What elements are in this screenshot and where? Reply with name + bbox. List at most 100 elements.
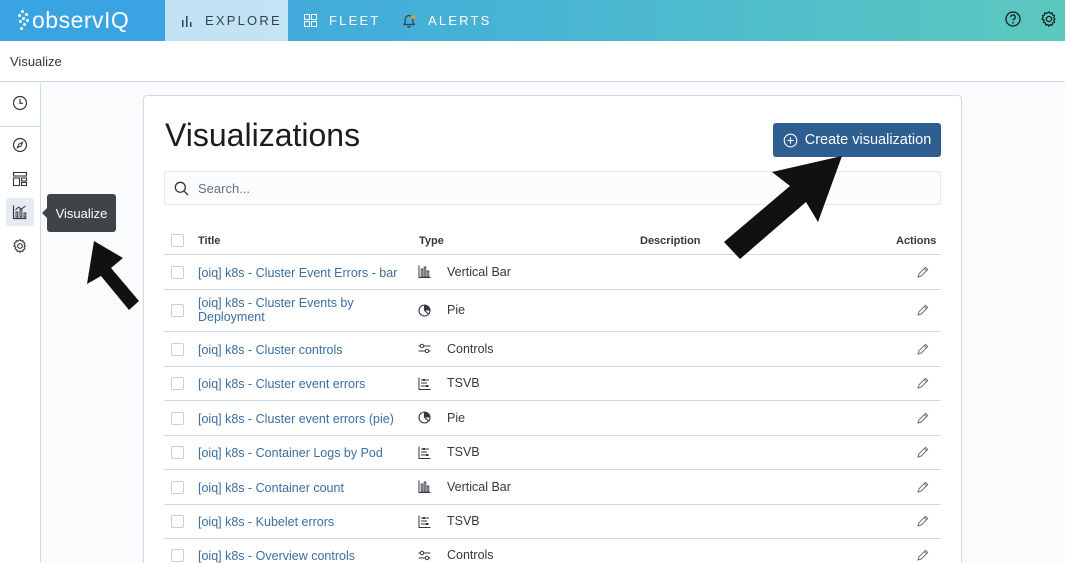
column-description: Description <box>640 235 701 247</box>
row-checkbox[interactable] <box>171 411 184 425</box>
visualization-title-link[interactable]: [oiq] k8s - Cluster controls <box>198 343 408 357</box>
sidenav-visualize[interactable] <box>6 198 34 226</box>
table-row: [oiq] k8s - Container count Vertical Bar <box>164 470 941 505</box>
controls-icon <box>418 342 439 355</box>
row-checkbox[interactable] <box>171 480 184 494</box>
row-checkbox[interactable] <box>171 304 184 317</box>
visualization-type: Pie <box>418 411 465 425</box>
row-checkbox[interactable] <box>171 515 184 528</box>
visualization-type: Vertical Bar <box>418 480 511 494</box>
breadcrumb: Visualize <box>0 41 1065 82</box>
pie-icon <box>418 411 439 424</box>
grid-icon <box>304 14 317 27</box>
visualization-type: TSVB <box>418 376 480 390</box>
visualization-type: Pie <box>418 303 465 317</box>
type-label: Vertical Bar <box>447 479 511 494</box>
clock-icon <box>12 95 28 111</box>
table-row: [oiq] k8s - Overview controls Controls <box>164 539 941 563</box>
sidenav-divider <box>0 126 41 127</box>
edit-pencil-icon[interactable] <box>916 343 929 359</box>
bell-icon <box>402 14 416 28</box>
visualization-title-link[interactable]: [oiq] k8s - Kubelet errors <box>198 515 408 529</box>
tsvb-icon <box>418 446 439 459</box>
logo[interactable]: observIQ <box>0 0 165 41</box>
visualization-title-link[interactable]: [oiq] k8s - Cluster event errors <box>198 377 408 391</box>
row-checkbox[interactable] <box>171 265 184 279</box>
tsvb-icon <box>418 377 439 390</box>
edit-pencil-icon[interactable] <box>916 377 929 393</box>
logo-mark-icon <box>16 9 30 32</box>
breadcrumb-current: Visualize <box>10 53 62 69</box>
sidenav-recent[interactable] <box>6 89 34 117</box>
edit-pencil-icon[interactable] <box>916 446 929 462</box>
create-visualization-label: Create visualization <box>804 132 932 148</box>
annotation-arrow-icon <box>87 241 139 310</box>
type-label: TSVB <box>447 514 480 528</box>
edit-pencil-icon[interactable] <box>916 549 929 563</box>
nav-tab-explore[interactable]: EXPLORE <box>165 0 288 41</box>
nav-tab-fleet[interactable]: FLEET <box>288 0 388 41</box>
visualization-type: Vertical Bar <box>418 265 511 279</box>
type-label: Controls <box>447 341 494 356</box>
sidenav-management[interactable] <box>6 232 34 260</box>
visualization-type: Controls <box>418 548 494 562</box>
select-all-checkbox[interactable] <box>171 234 184 247</box>
column-actions: Actions <box>896 235 937 247</box>
visualization-title-link[interactable]: [oiq] k8s - Container count <box>198 481 408 495</box>
bar-chart-icon <box>182 15 192 27</box>
visualization-title-link[interactable]: [oiq] k8s - Cluster Event Errors - bar <box>198 266 408 280</box>
row-checkbox[interactable] <box>171 342 184 356</box>
visualization-title-link[interactable]: [oiq] k8s - Container Logs by Pod <box>198 446 408 460</box>
edit-pencil-icon[interactable] <box>916 266 929 282</box>
table-row: [oiq] k8s - Cluster controls Controls <box>164 332 941 367</box>
tsvb-icon <box>418 515 439 528</box>
visualization-title-link[interactable]: [oiq] k8s - Overview controls <box>198 549 408 563</box>
type-label: TSVB <box>447 445 480 459</box>
visualization-title-link[interactable]: [oiq] k8s - Cluster event errors (pie) <box>198 412 408 426</box>
sidenav-dashboard[interactable] <box>6 165 34 193</box>
search-input[interactable] <box>198 180 798 196</box>
nav-tab-alerts[interactable]: ALERTS <box>386 0 496 41</box>
top-nav: observIQ EXPLORE FLEET ALERTS <box>0 0 1065 41</box>
nav-tab-label: EXPLORE <box>205 13 282 28</box>
row-checkbox[interactable] <box>171 446 184 459</box>
edit-pencil-icon[interactable] <box>916 412 929 428</box>
visualization-title-link[interactable]: [oiq] k8s - Cluster Events by Deployment <box>198 296 408 324</box>
visualize-icon <box>12 205 27 220</box>
gear-icon <box>12 238 27 254</box>
edit-pencil-icon[interactable] <box>916 304 929 320</box>
edit-pencil-icon[interactable] <box>916 481 929 497</box>
type-label: Controls <box>447 548 494 562</box>
row-checkbox[interactable] <box>171 377 184 390</box>
visualize-tooltip: Visualize <box>42 194 116 232</box>
side-nav <box>0 83 41 563</box>
vertical-bar-icon <box>418 480 439 493</box>
help-icon[interactable] <box>1004 10 1022 28</box>
compass-icon <box>12 137 28 153</box>
row-checkbox[interactable] <box>171 549 184 562</box>
column-title[interactable]: Title <box>198 235 220 247</box>
dashboard-icon <box>12 171 28 187</box>
visualization-type: TSVB <box>418 514 480 528</box>
sidenav-discover[interactable] <box>6 131 34 159</box>
type-label: Pie <box>447 410 466 425</box>
annotation-arrow-icon <box>724 156 842 259</box>
table-row: [oiq] k8s - Cluster Events by Deployment… <box>164 290 941 332</box>
controls-icon <box>418 549 439 562</box>
type-label: Pie <box>447 303 466 317</box>
table-row: [oiq] k8s - Container Logs by Pod TSVB <box>164 436 941 470</box>
logo-text: observIQ <box>32 7 130 33</box>
tooltip-text: Visualize <box>55 205 108 221</box>
nav-tab-label: ALERTS <box>428 13 492 28</box>
type-label: Vertical Bar <box>447 264 511 279</box>
page-title: Visualizations <box>165 117 361 153</box>
table-row: [oiq] k8s - Cluster event errors TSVB <box>164 367 941 401</box>
visualization-type: TSVB <box>418 445 480 459</box>
pie-icon <box>418 303 439 317</box>
gear-icon[interactable] <box>1040 10 1058 28</box>
column-type[interactable]: Type <box>419 235 444 247</box>
table-row: [oiq] k8s - Kubelet errors TSVB <box>164 505 941 539</box>
search-icon <box>174 181 189 195</box>
edit-pencil-icon[interactable] <box>916 515 929 531</box>
type-label: TSVB <box>447 376 480 390</box>
